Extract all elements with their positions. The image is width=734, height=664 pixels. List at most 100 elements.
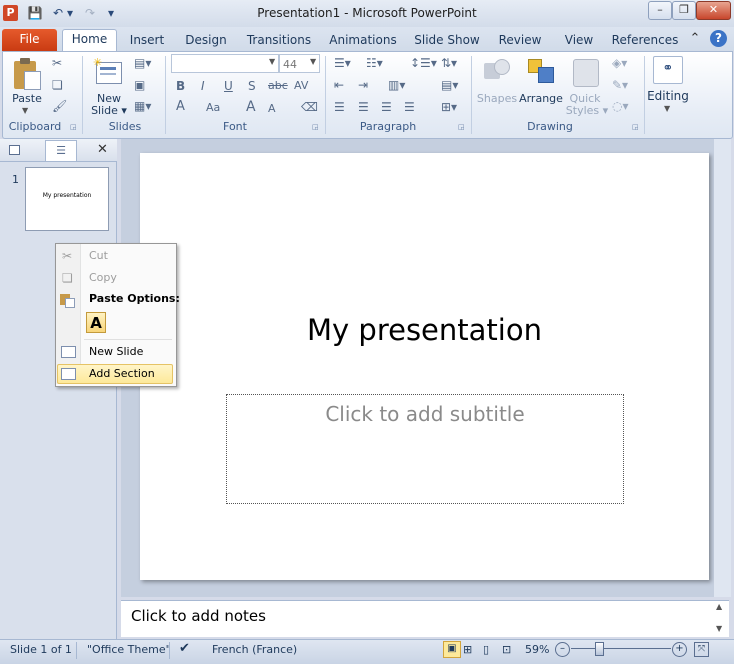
shape-outline-icon[interactable]: ✎▾ [612,78,628,92]
bold-button[interactable]: B [176,79,185,93]
shapes-icon[interactable] [482,57,512,87]
paste-button[interactable]: Paste [8,92,46,105]
cut-icon[interactable]: ✂ [52,56,62,70]
clipboard-launcher-icon[interactable]: ◲ [70,123,77,131]
paragraph-group-label: Paragraph [359,120,417,133]
menu-item-add-section[interactable]: Add Section [89,367,155,380]
font-color-button[interactable]: A [176,99,185,114]
zoom-slider-thumb[interactable] [595,642,604,656]
binoculars-icon[interactable]: ⚭ [653,56,683,84]
strikethrough-button[interactable]: S [248,79,256,93]
shape-effects-icon[interactable]: ◌▾ [612,99,629,113]
clear-formatting-icon[interactable]: ⌫ [301,100,318,114]
layout-icon[interactable]: ▤▾ [134,56,151,70]
paste-icon[interactable] [12,57,41,90]
reset-icon[interactable]: ▣ [134,78,145,92]
align-right-icon[interactable]: ☰ [381,100,392,114]
menu-item-cut[interactable]: Cut [89,249,108,262]
zoom-in-button[interactable]: + [672,642,687,657]
paste-keep-text-only-button[interactable]: A [86,312,106,333]
font-name-dropdown-icon[interactable]: ▼ [269,57,275,66]
italic-button[interactable]: I [201,79,205,93]
slideshow-view-icon[interactable]: ⊡ [502,643,511,656]
font-launcher-icon[interactable]: ◲ [312,123,319,131]
arrange-icon[interactable] [526,57,556,87]
shrink-font-button[interactable]: A [268,102,276,115]
fit-slide-icon[interactable]: ⤧ [694,642,709,657]
format-painter-icon[interactable]: 🖌 [52,99,67,113]
close-button[interactable]: ✕ [696,1,731,20]
align-left-icon[interactable]: ☰ [334,100,345,114]
tab-slide-show[interactable]: Slide Show [413,31,481,51]
align-text-icon[interactable]: ▤▾ [441,78,458,92]
close-pane-icon[interactable]: ✕ [97,142,108,157]
slide-thumbnail[interactable]: My presentation [25,167,109,231]
bullets-icon[interactable]: ☰▾ [334,56,351,70]
tab-design[interactable]: Design [181,31,231,51]
minimize-ribbon-icon[interactable]: ⌃ [688,31,702,47]
normal-view-icon[interactable]: ▣ [443,641,461,658]
text-direction-icon[interactable]: ⇅▾ [441,56,457,70]
font-name-combo[interactable] [171,54,279,73]
notes-scroll-up-icon[interactable]: ▲ [716,602,722,611]
notes-scroll-down-icon[interactable]: ▼ [716,624,722,633]
vertical-scrollbar[interactable] [714,139,731,597]
language-indicator[interactable]: French (France) [212,643,297,656]
drawing-launcher-icon[interactable]: ◲ [632,123,639,131]
zoom-slider-track[interactable] [571,648,671,649]
smartart-icon[interactable]: ⊞▾ [441,100,457,114]
increase-indent-icon[interactable]: ⇥ [358,78,368,92]
justify-icon[interactable]: ☰ [404,100,415,114]
shadow-button[interactable]: abc [268,79,288,92]
menu-item-new-slide[interactable]: New Slide [89,345,143,358]
tab-review[interactable]: Review [495,31,545,51]
decrease-indent-icon[interactable]: ⇤ [334,78,344,92]
quick-styles-dropdown[interactable]: Styles ▾ [565,104,609,117]
zoom-out-button[interactable]: – [555,642,570,657]
menu-separator [84,339,172,340]
slides-tab-icon[interactable] [9,145,20,155]
help-icon[interactable]: ? [710,30,727,47]
reading-view-icon[interactable]: ▯ [483,643,489,656]
underline-button[interactable]: U [224,79,233,93]
menu-item-copy[interactable]: Copy [89,271,117,284]
tab-references[interactable]: References [611,31,679,51]
tab-home[interactable]: Home [62,29,117,53]
copy-icon[interactable]: ❏ [52,78,63,92]
new-slide-icon[interactable]: ✳ [93,57,123,86]
tab-view[interactable]: View [559,31,599,51]
grow-font-button[interactable]: A [246,99,256,115]
line-spacing-icon[interactable]: ↕☰▾ [410,56,437,70]
theme-name[interactable]: "Office Theme" [87,643,171,656]
paragraph-launcher-icon[interactable]: ◲ [458,123,465,131]
columns-icon[interactable]: ▥▾ [388,78,405,92]
quick-styles-icon[interactable] [571,57,601,87]
outline-tab-icon[interactable]: ☰ [45,140,77,161]
editing-button[interactable]: Editing [646,89,690,103]
tab-transitions[interactable]: Transitions [244,31,314,51]
arrange-button[interactable]: Arrange [519,92,563,105]
tab-insert[interactable]: Insert [124,31,170,51]
character-spacing-button[interactable]: AV [294,79,308,92]
slide-sorter-view-icon[interactable]: ⊞ [463,643,472,656]
spell-check-icon[interactable]: ✔ [179,641,190,656]
shape-fill-icon[interactable]: ◈▾ [612,56,627,70]
menu-item-paste-options: Paste Options: [89,292,180,305]
slide-title[interactable]: My presentation [140,313,709,347]
editing-dropdown-icon[interactable]: ▼ [664,104,670,113]
minimize-button[interactable]: – [648,1,672,20]
tab-animations[interactable]: Animations [328,31,398,51]
group-separator [644,56,645,134]
paste-dropdown-icon[interactable]: ▼ [22,106,28,115]
restore-button[interactable]: ❐ [672,1,696,20]
slide-canvas[interactable] [140,153,709,580]
new-slide-dropdown[interactable]: Slide ▾ [89,104,129,117]
zoom-level[interactable]: 59% [525,643,549,656]
font-size-dropdown-icon[interactable]: ▼ [310,57,316,66]
change-case-button[interactable]: Aa [206,101,220,114]
section-icon[interactable]: ▦▾ [134,99,151,113]
tab-file[interactable]: File [2,29,57,51]
align-center-icon[interactable]: ☰ [358,100,369,114]
shapes-button[interactable]: Shapes [476,92,518,105]
numbering-icon[interactable]: ☷▾ [366,56,383,70]
